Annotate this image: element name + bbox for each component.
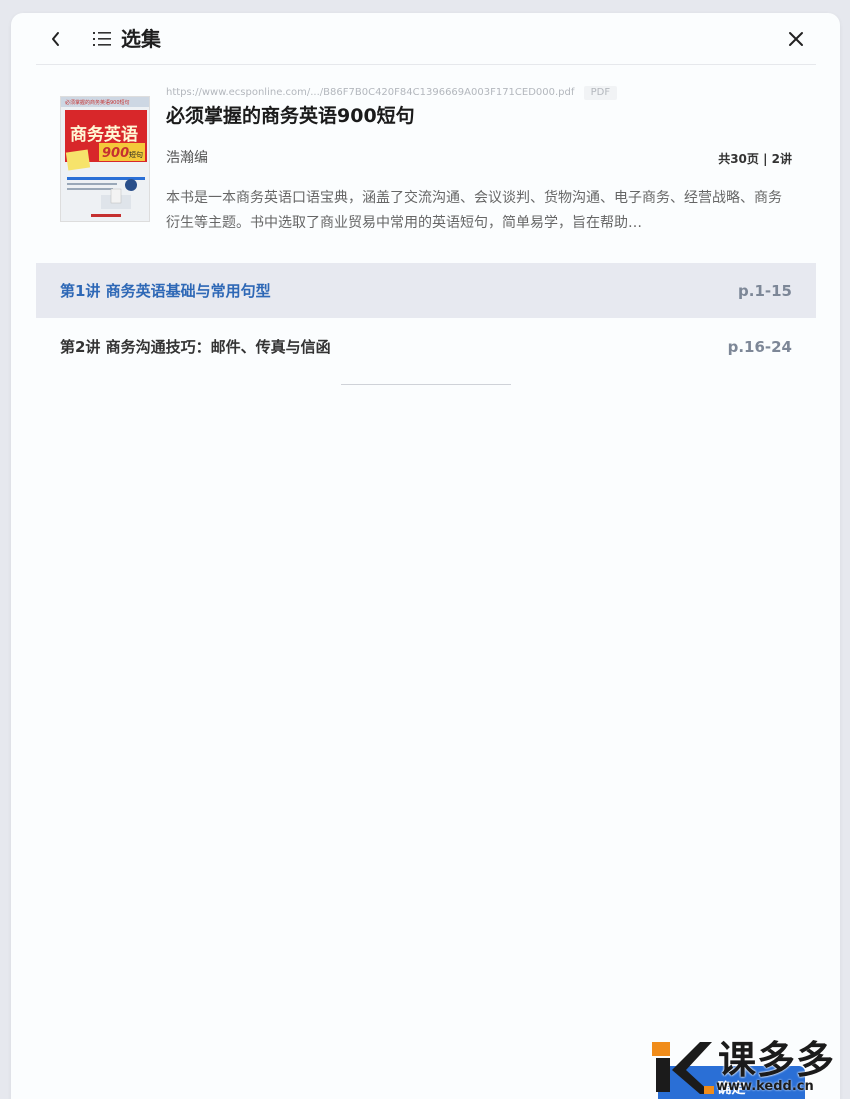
episode-pages: p.1-15: [738, 281, 792, 300]
watermark-url: www.kedd.cn: [716, 1079, 814, 1094]
book-meta: 共30页 | 2讲: [718, 152, 792, 166]
watermark-text: 课多多: [718, 1038, 836, 1082]
book-author: 浩瀚编: [166, 150, 208, 166]
format-badge: PDF: [583, 86, 618, 100]
episode-selector-panel: 选集 必须掌握的商务英语900短句 商务英语 900 短句 https://ww…: [11, 13, 840, 1099]
header-divider: [36, 64, 816, 65]
episode-pages: p.16-24: [727, 337, 792, 356]
cover-big-number: 900: [102, 146, 129, 161]
close-icon: [789, 32, 803, 46]
list-icon: [93, 32, 111, 46]
source-url-text: https://www.ecsponline.com/.../B86F7B0C4…: [166, 87, 575, 98]
cover-suffix: 短句: [129, 150, 143, 159]
cover-big-title: 商务英语: [70, 124, 138, 145]
book-description: 本书是一本商务英语口语宝典，涵盖了交流沟通、会议谈判、货物沟通、电子商务、经营战…: [166, 190, 782, 231]
watermark-logo: 课多多 www.kedd.cn: [650, 1038, 848, 1096]
chevron-left-icon: [52, 32, 59, 46]
episode-title: 第1讲 商务英语基础与常用句型: [60, 282, 271, 300]
source-url: https://www.ecsponline.com/.../B86F7B0C4…: [166, 86, 618, 100]
cover-top-text: 必须掌握的商务英语900短句: [65, 99, 130, 106]
back-button[interactable]: [45, 27, 67, 51]
list-end-divider: [341, 384, 511, 385]
episode-title: 第2讲 商务沟通技巧：邮件、传真与信函: [60, 338, 331, 356]
episode-item-1[interactable]: 第1讲 商务英语基础与常用句型 p.1-15: [36, 263, 816, 318]
episode-item-2[interactable]: 第2讲 商务沟通技巧：邮件、传真与信函 p.16-24: [36, 319, 816, 374]
close-button[interactable]: [785, 27, 807, 51]
book-title: 必须掌握的商务英语900短句: [166, 105, 415, 127]
book-cover-image: 必须掌握的商务英语900短句 商务英语 900 短句: [60, 96, 150, 222]
panel-header: 选集: [11, 13, 840, 65]
page-title: 选集: [121, 27, 161, 51]
